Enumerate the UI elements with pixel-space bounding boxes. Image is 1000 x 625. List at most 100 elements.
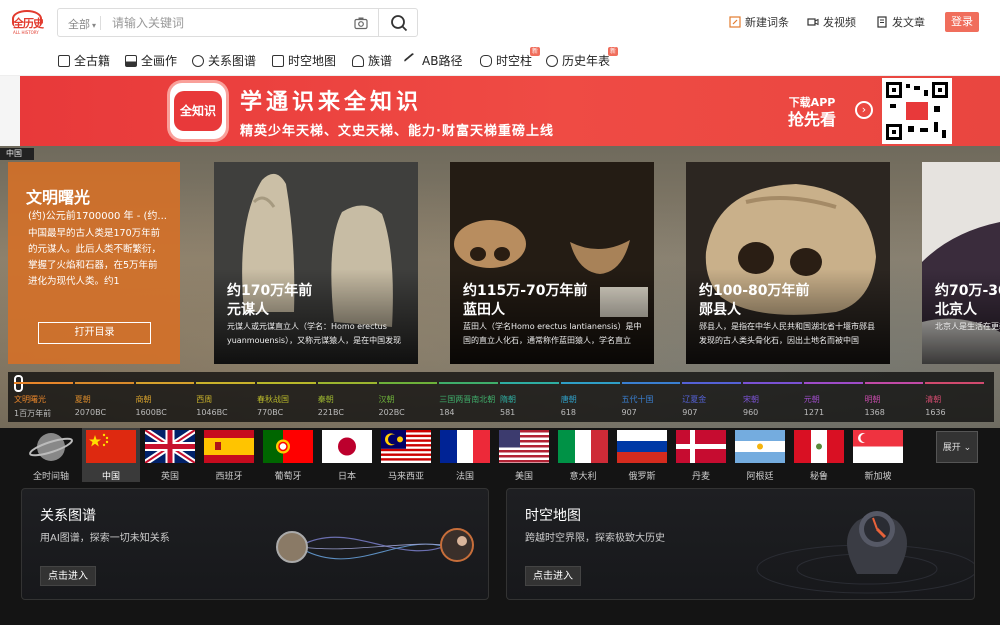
nav-label: 历史年表	[562, 54, 611, 68]
banner-left-strip	[0, 76, 20, 146]
event-card[interactable]: 约70万-30万 北京人 北京人是生活在更新世的直立人，会使用天然	[922, 162, 1000, 364]
download-app-text: 下载APP 抢先看	[788, 94, 836, 128]
timeline-segment[interactable]	[135, 382, 195, 384]
country-item-france[interactable]: 法国	[436, 428, 494, 482]
globe-icon	[29, 433, 73, 461]
nav-item-spacetime-map[interactable]: 时空地图	[272, 52, 336, 69]
post-video-button[interactable]: 发视频	[807, 14, 856, 30]
dynasty-timeline: 文明曙光 1百万年前 夏朝 2070BC 商朝 1600BC 西周 1046BC 春秋战国 770…	[8, 372, 994, 422]
timeline-segment[interactable]	[743, 382, 802, 384]
timeline-segment[interactable]	[439, 382, 498, 384]
enter-button[interactable]: 点击进入	[40, 566, 96, 586]
nav-item-history-chronology[interactable]: 历史年表新	[546, 47, 619, 69]
search-box: 全部 ▾	[57, 8, 418, 37]
country-item-usa[interactable]: 美国	[495, 428, 553, 482]
timeline-era-year: 221BC	[317, 408, 344, 417]
card-name: 蓝田人	[463, 302, 505, 318]
search-input[interactable]	[112, 13, 332, 33]
country-item-peru[interactable]: 秘鲁	[790, 428, 848, 482]
timeline-segment[interactable]	[925, 382, 984, 384]
nav-item-spacetime-pillar[interactable]: 时空柱新	[480, 47, 541, 69]
timeline-era-label[interactable]: 宋朝	[743, 394, 759, 405]
country-item-uk[interactable]: 英国	[141, 428, 199, 482]
country-item-argentina[interactable]: 阿根廷	[731, 428, 789, 482]
timeline-era-label[interactable]: 文明曙光	[14, 394, 46, 405]
panel-desc: 跨越时空界限，探索极致大历史	[525, 533, 665, 544]
country-name: 日本	[337, 472, 356, 482]
country-item-portugal[interactable]: 葡萄牙	[259, 428, 317, 482]
timeline-era-label[interactable]: 清朝	[925, 394, 941, 405]
timeline-era-label[interactable]: 春秋战国	[257, 394, 289, 405]
event-card[interactable]: 约100-80万年前 郧县人 郧县人，是指在中华人民共和国湖北省十堰市郧县发现的…	[686, 162, 890, 364]
country-item-china[interactable]: 中国	[82, 428, 140, 482]
nav-label: 全古籍	[74, 54, 111, 68]
post-article-button[interactable]: 发文章	[876, 14, 925, 30]
country-name: 英国	[160, 472, 179, 482]
country-item-malaysia[interactable]: 马来西亚	[377, 428, 435, 482]
timeline-segment[interactable]	[196, 382, 255, 384]
nav-item-ancient-books[interactable]: 全古籍	[58, 52, 110, 69]
country-item-singapore[interactable]: 新加坡	[849, 428, 907, 482]
search-scope-select[interactable]: 全部 ▾	[68, 16, 96, 32]
nav-item-genealogy[interactable]: 族谱	[352, 52, 392, 69]
nav-item-ab-path[interactable]: AB路径	[403, 52, 462, 69]
login-button[interactable]: 登录	[945, 12, 979, 32]
nav-item-relation-graph[interactable]: 关系图谱	[192, 52, 256, 69]
timeline-era-label[interactable]: 隋朝	[500, 394, 516, 405]
timeline-segment[interactable]	[500, 382, 559, 384]
country-item-russia[interactable]: 俄罗斯	[613, 428, 671, 482]
event-card[interactable]: 约115万-70万年前 蓝田人 蓝田人（学名Homo erectus lanti…	[450, 162, 654, 364]
open-catalog-button[interactable]: 打开目录	[38, 322, 151, 344]
timeline-segment[interactable]	[14, 382, 73, 384]
banner-subtitle: 精英少年天梯、文史天梯、能力·财富天梯重磅上线	[240, 124, 554, 139]
post-video-label: 发视频	[823, 16, 856, 29]
timeline-segment[interactable]	[378, 382, 438, 384]
country-item-all[interactable]: 全时间轴	[22, 428, 80, 482]
relation-graph-illustration	[276, 528, 474, 563]
timeline-segment[interactable]	[682, 382, 741, 384]
timeline-segment[interactable]	[317, 382, 377, 384]
timeline-era-label[interactable]: 西周	[196, 394, 212, 405]
timeline-era-label[interactable]: 夏朝	[75, 394, 91, 405]
country-name: 法国	[455, 472, 474, 482]
nav-item-paintings[interactable]: 全画作	[125, 52, 177, 69]
spacetime-map-panel[interactable]: 时空地图 跨越时空界限，探索极致大历史 点击进入	[506, 488, 975, 600]
timeline-era-label[interactable]: 明朝	[865, 394, 881, 405]
relation-graph-panel[interactable]: 关系图谱 用AI图谱，探索一切未知关系 点击进入	[21, 488, 489, 600]
chevron-right-icon[interactable]: ›	[855, 101, 873, 119]
timeline-era-label[interactable]: 五代十国	[622, 394, 654, 405]
timeline-segment[interactable]	[257, 382, 316, 384]
timeline-segment[interactable]	[864, 382, 924, 384]
timeline-era-year: 1368	[864, 408, 885, 417]
timeline-segment[interactable]	[74, 382, 134, 384]
card-desc: 蓝田人（学名Homo erectus lantianensis）是中国的直立人化…	[463, 322, 642, 345]
site-logo[interactable]: 全历史 ALL HISTORY	[12, 10, 44, 35]
new-entry-button[interactable]: 新建词条	[729, 14, 789, 30]
timeline-era-label[interactable]: 辽夏金	[682, 394, 706, 405]
country-item-italy[interactable]: 意大利	[554, 428, 612, 482]
enter-button[interactable]: 点击进入	[525, 566, 581, 586]
timeline-era-label[interactable]: 唐朝	[561, 394, 577, 405]
country-item-denmark[interactable]: 丹麦	[672, 428, 730, 482]
search-button[interactable]	[378, 9, 418, 36]
camera-icon[interactable]	[354, 16, 368, 30]
timeline-era-label[interactable]: 秦朝	[318, 394, 334, 405]
timeline-era-label[interactable]: 三国两晋南北朝	[439, 394, 495, 405]
logo-subtext: ALL HISTORY	[13, 30, 39, 35]
timeline-segment[interactable]	[621, 382, 681, 384]
timeline-era-label[interactable]: 汉朝	[379, 394, 395, 405]
timeline-era-label[interactable]: 商朝	[136, 394, 152, 405]
promo-banner[interactable]: 全知识 学通识来全知识 精英少年天梯、文史天梯、能力·财富天梯重磅上线 下载AP…	[20, 76, 1000, 146]
timeline-segment[interactable]	[803, 382, 863, 384]
timeline-era-label[interactable]: 元朝	[804, 394, 820, 405]
nav-label: 时空地图	[288, 54, 337, 68]
country-item-japan[interactable]: 日本	[318, 428, 376, 482]
country-name: 葡萄牙	[274, 472, 302, 482]
event-card[interactable]: 约170万年前 元谋人 元谋人或元谋直立人（学名：Homo erectus yu…	[214, 162, 418, 364]
flag-pe-icon	[794, 430, 844, 463]
timeline-segment[interactable]	[560, 382, 620, 384]
country-item-spain[interactable]: 西班牙	[200, 428, 258, 482]
expand-countries-button[interactable]: 展开 ⌄	[936, 431, 978, 463]
era-description: 中国最早的古人类是170万年前的元谋人。此后人类不断繁衍，掌握了火焰和石器，在5…	[28, 228, 162, 287]
book-icon	[58, 54, 70, 67]
